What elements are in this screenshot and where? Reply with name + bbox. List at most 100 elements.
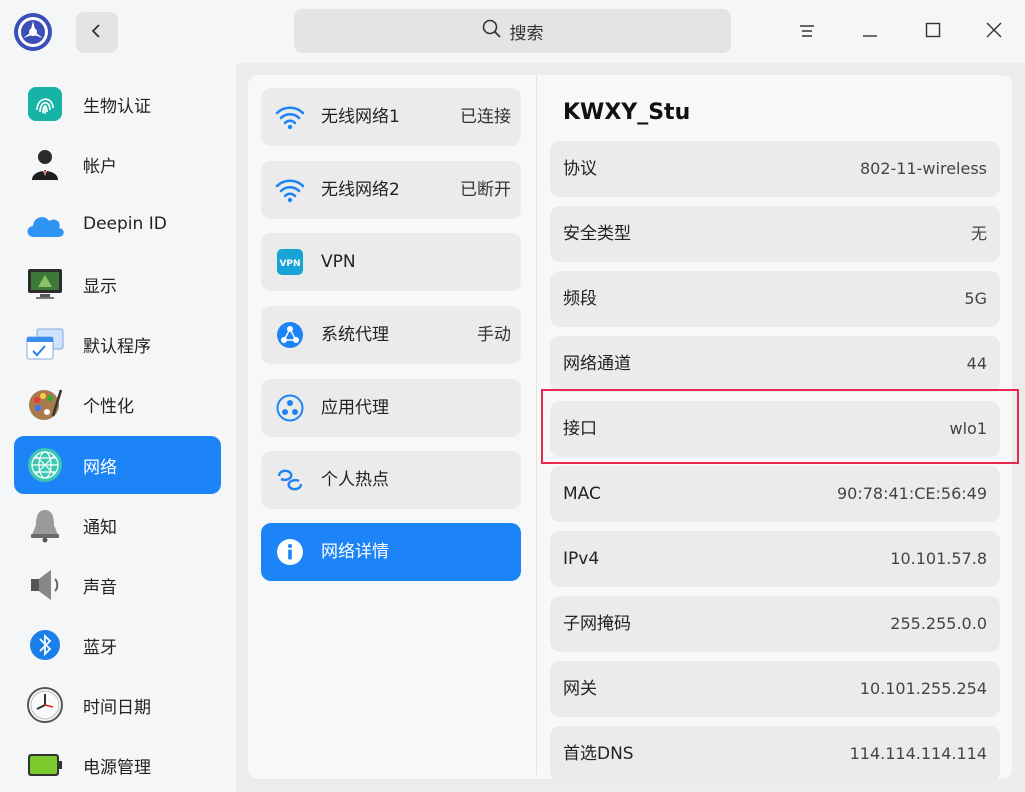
network-item-system-proxy[interactable]: 系统代理 手动: [261, 306, 521, 364]
search-icon: [482, 19, 502, 44]
sidebar-item-label: 显示: [83, 276, 117, 297]
detail-value: 10.101.255.254: [859, 679, 987, 698]
sidebar-item-display[interactable]: 显示: [14, 255, 221, 313]
network-details-title: KWXY_Stu: [563, 100, 691, 125]
detail-value: 44: [966, 354, 987, 373]
app-proxy-icon: [275, 394, 305, 422]
hamburger-menu-icon: [799, 23, 815, 42]
sidebar-item-label: Deepin ID: [83, 214, 167, 234]
close-icon: [986, 22, 1002, 42]
panel-divider: [536, 75, 537, 775]
detail-row-ipv4: IPv4 10.101.57.8: [550, 531, 1000, 587]
sidebar-item-label: 蓝牙: [83, 637, 117, 658]
minimize-button[interactable]: [850, 12, 890, 52]
network-item-wireless-1[interactable]: 无线网络1 已连接: [261, 88, 521, 146]
network-item-label: 无线网络1: [321, 107, 400, 127]
sidebar-item-sound[interactable]: 声音: [14, 556, 221, 614]
detail-value: 802-11-wireless: [859, 159, 987, 178]
network-globe-icon: [24, 445, 66, 485]
sidebar-item-datetime[interactable]: 时间日期: [14, 676, 221, 734]
maximize-button[interactable]: [913, 12, 953, 52]
sidebar-item-label: 电源管理: [83, 757, 151, 778]
network-item-status: 已连接: [460, 107, 511, 127]
sidebar-item-account[interactable]: 帐户: [14, 135, 221, 193]
minimize-icon: [862, 23, 878, 42]
sidebar-item-label: 个性化: [83, 396, 134, 417]
menu-button[interactable]: [787, 12, 827, 52]
detail-value: 无: [970, 224, 987, 243]
highlight-annotation-box: [541, 389, 1019, 464]
detail-key: 频段: [563, 289, 597, 309]
detail-value: 90:78:41:CE:56:49: [836, 484, 987, 503]
detail-key: 协议: [563, 159, 597, 179]
display-icon: [24, 264, 66, 304]
network-item-label: 网络详情: [321, 542, 389, 562]
vpn-icon: VPN: [275, 248, 305, 276]
detail-value: 114.114.114.114: [849, 744, 987, 763]
sidebar-item-personalization[interactable]: 个性化: [14, 375, 221, 433]
speaker-icon: [24, 565, 66, 605]
wifi-icon: [275, 103, 305, 131]
detail-key: 首选DNS: [563, 744, 634, 764]
sidebar-item-label: 声音: [83, 577, 117, 598]
sidebar-item-bluetooth[interactable]: 蓝牙: [14, 616, 221, 674]
detail-key: 网络通道: [563, 354, 631, 374]
network-item-label: 个人热点: [321, 470, 389, 490]
detail-key: 网关: [563, 679, 597, 699]
detail-value: 255.255.0.0: [890, 614, 987, 633]
system-proxy-icon: [275, 321, 305, 349]
detail-row-gateway: 网关 10.101.255.254: [550, 661, 1000, 717]
network-item-label: 系统代理: [321, 325, 389, 345]
sidebar-item-default-apps[interactable]: 默认程序: [14, 315, 221, 373]
sidebar-item-label: 默认程序: [83, 336, 151, 357]
detail-row-channel: 网络通道 44: [550, 336, 1000, 392]
sidebar: 生物认证 帐户 Deepin ID 显示 默认程序 个性化 网络 通知 声音 蓝…: [0, 63, 236, 792]
account-icon: [24, 144, 66, 184]
network-item-vpn[interactable]: VPN VPN: [261, 233, 521, 291]
search-placeholder: 搜索: [509, 23, 544, 44]
svg-text:VPN: VPN: [279, 259, 300, 269]
sidebar-item-notifications[interactable]: 通知: [14, 496, 221, 554]
detail-key: 子网掩码: [563, 614, 631, 634]
bell-icon: [24, 505, 66, 545]
title-bar: 搜索: [0, 0, 1025, 63]
detail-row-security-type: 安全类型 无: [550, 206, 1000, 262]
wifi-icon: [275, 176, 305, 204]
info-icon: [275, 538, 305, 566]
detail-row-mac: MAC 90:78:41:CE:56:49: [550, 466, 1000, 522]
network-item-label: 无线网络2: [321, 180, 400, 200]
detail-value: 5G: [964, 289, 987, 308]
network-item-hotspot[interactable]: 个人热点: [261, 451, 521, 509]
sidebar-item-biometrics[interactable]: 生物认证: [14, 75, 221, 133]
sidebar-item-power[interactable]: 电源管理: [14, 736, 221, 792]
sidebar-item-deepin-id[interactable]: Deepin ID: [14, 195, 221, 253]
fingerprint-icon: [24, 84, 66, 124]
network-item-app-proxy[interactable]: 应用代理: [261, 379, 521, 437]
detail-value: 10.101.57.8: [890, 549, 987, 568]
detail-key: 安全类型: [563, 224, 631, 244]
network-item-status: 手动: [477, 325, 511, 345]
network-item-details[interactable]: 网络详情: [261, 523, 521, 581]
close-button[interactable]: [974, 12, 1014, 52]
detail-row-band: 频段 5G: [550, 271, 1000, 327]
chevron-left-icon: [90, 23, 104, 43]
control-center-logo-icon: [13, 12, 53, 52]
detail-key: MAC: [563, 484, 601, 504]
back-button[interactable]: [76, 12, 118, 53]
network-item-wireless-2[interactable]: 无线网络2 已断开: [261, 161, 521, 219]
sidebar-item-label: 帐户: [83, 156, 117, 177]
sidebar-item-label: 生物认证: [83, 96, 151, 117]
maximize-icon: [925, 22, 941, 42]
detail-key: IPv4: [563, 549, 600, 569]
palette-icon: [24, 384, 66, 424]
hotspot-icon: [275, 466, 305, 494]
sidebar-item-network[interactable]: 网络: [14, 436, 221, 494]
sidebar-item-label: 通知: [83, 517, 117, 538]
search-input[interactable]: 搜索: [294, 9, 731, 53]
cloud-icon: [24, 204, 66, 244]
sidebar-item-label: 时间日期: [83, 697, 151, 718]
battery-icon: [24, 745, 66, 785]
detail-row-protocol: 协议 802-11-wireless: [550, 141, 1000, 197]
detail-row-subnet-mask: 子网掩码 255.255.0.0: [550, 596, 1000, 652]
bluetooth-icon: [24, 625, 66, 665]
